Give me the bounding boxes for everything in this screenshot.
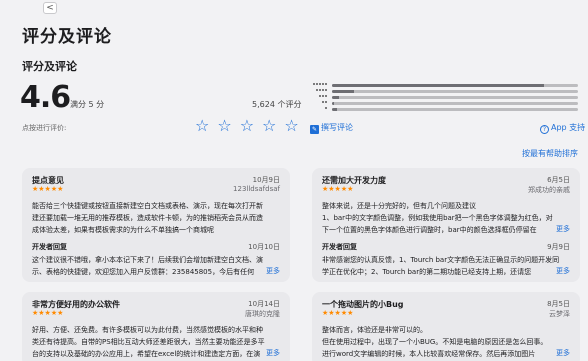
response-line: 示、表格的快捷键，欢迎您加入用户反馈群：235845805，今后有任何 [32, 268, 255, 276]
write-review-label: 撰写评论 [321, 123, 353, 132]
star-dots-icon [310, 95, 328, 99]
review-body: 整体来说，还是十分完好的，但有几个问题及建议 1、bar中的文字颜色调整，例如我… [322, 200, 572, 236]
histogram-bar-fill [332, 90, 355, 93]
developer-response-date: 9月9日 [547, 243, 570, 251]
tap-to-rate-label: 点按进行评价: [22, 124, 67, 132]
histogram-bar-fill [332, 102, 335, 105]
review-stars: ★★★★★ [32, 309, 64, 317]
review-line: 台的支持以及基础的办公应用上，希望在excel的统计和建造定方面，在演 [32, 350, 261, 358]
more-link[interactable]: 更多 [552, 224, 570, 234]
more-link[interactable]: 更多 [262, 348, 280, 358]
histogram-row-3-star [310, 95, 578, 99]
review-author: 郑成功的亲戚 [528, 186, 570, 194]
review-line: 建还要加载一堆无用的推荐模板，造成软件卡顿，为的推销稻壳会员从而造 [32, 214, 263, 222]
star-dots-icon [310, 89, 328, 93]
star-dots-icon [310, 83, 328, 87]
review-line: 能否给三个快捷键或按钮直接新建空白文档或表格、演示，现在每次打开新 [32, 202, 263, 210]
review-line: 下一个位置的黑色字体颜色进行调整时，bar中的颜色选择框仍停留在 [322, 226, 537, 234]
star-dots-icon [310, 101, 328, 105]
histogram-bar-fill [332, 108, 337, 111]
app-support-label: App 支持 [551, 123, 586, 132]
more-link[interactable]: 更多 [552, 266, 570, 276]
window-toolbar: < [0, 0, 588, 16]
review-card: 提点意见 10月9日 ★★★★★ 123lldsafdsaf 能否给三个快捷键或… [22, 168, 290, 282]
developer-response-body: 这个建议很不错哦，拿小本本记下来了！后续我们会增加新建空白文档、演 示、表格的快… [32, 254, 282, 278]
rating-count: 5,624 个评分 [252, 100, 302, 109]
review-body: 好用、方便、还免费。有许多模板可以为此付费，当然感觉模板的水平和种 类还有待提高… [32, 324, 282, 360]
response-line: 这个建议很不错哦，拿小本本记下来了！后续我们会增加新建空白文档、演 [32, 256, 263, 264]
review-author: 唐琪的克隆 [245, 310, 280, 318]
back-button[interactable]: < [43, 2, 57, 14]
section-title: 评分及评论 [22, 60, 77, 73]
review-date: 6月5日 [547, 176, 570, 184]
histogram-bar [332, 84, 578, 87]
rating-out-of: 满分 5 分 [70, 100, 105, 109]
review-line: 整体来说，还是十分完好的，但有几个问题及建议 [322, 202, 476, 210]
review-card: 还需加大开发力度 6月5日 ★★★★★ 郑成功的亲戚 整体来说，还是十分完好的，… [312, 168, 580, 282]
response-line: 非常感谢您的认真反馈，1、Tourch bar文字颜色无法正确显示的问题开发同 [322, 256, 560, 264]
developer-response-title: 开发者回复 [32, 243, 67, 251]
review-date: 10月9日 [252, 176, 280, 184]
review-line: 好用、方便、还免费。有许多模板可以为此付费，当然感觉模板的水平和种 [32, 326, 263, 334]
review-author: 云梦泽 [549, 310, 570, 318]
review-body: 整体而言，体验还是非常可以的。 但在使用过程中，出现了一个小BUG。不知是电脑的… [322, 324, 572, 360]
review-line: 成体验太差，如果有模板需求的为什么不单独搞一个商城呢 [32, 226, 214, 234]
review-card: 一个拖动图片的小Bug 8月5日 ★★★★★ 云梦泽 整体而言，体验还是非常可以… [312, 292, 580, 361]
review-card: 非常方便好用的办公软件 10月14日 ★★★★★ 唐琪的克隆 好用、方便、还免费… [22, 292, 290, 361]
review-stars: ★★★★★ [322, 185, 354, 193]
histogram-row-5-star [310, 83, 578, 87]
pencil-icon: ✎ [310, 125, 319, 134]
tap-to-rate-stars[interactable]: ☆☆☆☆☆ [195, 116, 307, 135]
app-support-link[interactable]: ? App 支持 [540, 122, 585, 134]
review-author: 123lldsafdsaf [233, 185, 280, 193]
review-line: 1、bar中的文字颜色调整，例如我使用bar把一个黑色字体调整为红色，对 [322, 214, 553, 222]
review-line: 整体而言，体验还是非常可以的。 [322, 326, 427, 334]
review-date: 8月5日 [547, 300, 570, 308]
histogram-bar [332, 108, 578, 111]
question-icon: ? [540, 125, 549, 134]
average-rating: 4.6 [20, 80, 71, 115]
review-stars: ★★★★★ [322, 309, 354, 317]
star-dots-icon [310, 107, 328, 111]
review-line: 进行word文字编辑的时候，本人比较喜欢经常保存。然后再添加图片 [322, 350, 536, 358]
review-line: 但在使用过程中，出现了一个小BUG。不知是电脑的原因还是怎么回事。 [322, 338, 548, 346]
histogram-bar [332, 90, 578, 93]
rating-histogram [310, 83, 578, 113]
sort-menu[interactable]: 按最有帮助排序 [522, 148, 578, 159]
histogram-bar-fill [332, 84, 544, 87]
review-date: 10月14日 [248, 300, 280, 308]
histogram-row-4-star [310, 89, 578, 93]
histogram-bar [332, 96, 578, 99]
review-body: 能否给三个快捷键或按钮直接新建空白文档或表格、演示，现在每次打开新 建还要加载一… [32, 200, 282, 236]
review-line: 类还有待提高。自带的PS相比互动大师还差距很大，当然主要功能还是多平 [32, 338, 265, 346]
more-link[interactable]: 更多 [262, 266, 280, 276]
developer-response-date: 10月10日 [248, 243, 280, 251]
review-stars: ★★★★★ [32, 185, 64, 193]
histogram-bar [332, 102, 578, 105]
page-title: 评分及评论 [22, 27, 112, 47]
histogram-row-1-star [310, 107, 578, 111]
developer-response-body: 非常感谢您的认真反馈，1、Tourch bar文字颜色无法正确显示的问题开发同 … [322, 254, 572, 278]
histogram-row-2-star [310, 101, 578, 105]
response-line: 学正在优化中；2、Tourch bar的第二期功能已经支持上期，还请您 [322, 268, 532, 276]
developer-response-title: 开发者回复 [322, 243, 357, 251]
write-review-link[interactable]: ✎ 撰写评论 [310, 122, 353, 134]
more-link[interactable]: 更多 [552, 348, 570, 358]
histogram-bar-fill [332, 96, 340, 99]
